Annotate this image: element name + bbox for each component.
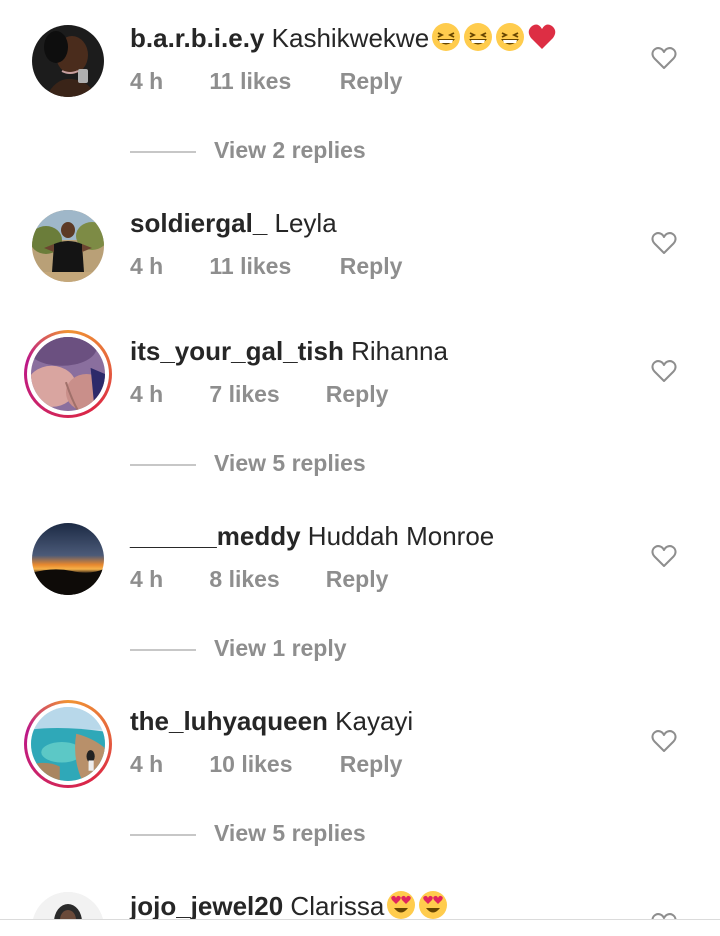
heart-outline-icon[interactable] — [651, 359, 677, 383]
bottom-bar — [0, 920, 720, 936]
comment-item: its_your_gal_tish Rihanna 4 h 7 likes Re… — [0, 330, 720, 443]
comment-time: 4 h — [130, 253, 164, 279]
reply-button[interactable]: Reply — [326, 566, 389, 593]
comment-meta: 4 h 8 likes Reply — [130, 566, 388, 593]
comment-body: Clarissa — [290, 891, 385, 920]
view-replies[interactable]: View 2 replies — [130, 137, 530, 167]
view-replies[interactable]: View 5 replies — [130, 820, 530, 850]
comment-body: Kashikwekwe — [271, 23, 430, 53]
replies-divider — [130, 151, 196, 153]
heart-outline-icon[interactable] — [651, 231, 677, 255]
red-heart-emoji — [527, 22, 557, 52]
replies-divider — [130, 649, 196, 651]
comment-meta: 4 h 11 likes Reply — [130, 68, 402, 95]
view-replies-label[interactable]: View 5 replies — [214, 450, 366, 477]
view-replies[interactable]: View 5 replies — [130, 450, 530, 480]
comment-likes[interactable]: 11 likes — [209, 68, 333, 95]
comment-time: 4 h — [130, 566, 164, 592]
avatar[interactable] — [32, 25, 104, 97]
comment-username[interactable]: jojo_jewel20 — [130, 891, 283, 920]
heart-eyes-emoji — [418, 890, 448, 920]
comment-text: jojo_jewel20 Clarissa — [130, 890, 448, 920]
comment-item: ______meddy Huddah Monroe 4 h 8 likes Re… — [0, 518, 720, 628]
comment-username[interactable]: b.a.r.b.i.e.y — [130, 23, 264, 53]
view-replies-label[interactable]: View 5 replies — [214, 820, 366, 847]
comment-text: soldiergal_ Leyla — [130, 207, 337, 239]
replies-divider — [130, 834, 196, 836]
comment-likes[interactable]: 8 likes — [209, 566, 319, 593]
heart-eyes-emoji — [386, 890, 416, 920]
comment-username[interactable]: its_your_gal_tish — [130, 336, 344, 366]
comment-body: Leyla — [274, 208, 337, 238]
comment-time: 4 h — [130, 68, 164, 94]
heart-outline-icon[interactable] — [651, 46, 677, 70]
comment-text: b.a.r.b.i.e.y Kashikwekwe — [130, 22, 557, 54]
avatar[interactable] — [32, 892, 104, 920]
reply-button[interactable]: Reply — [326, 381, 389, 408]
comment-body: Huddah Monroe — [307, 521, 495, 551]
replies-divider — [130, 464, 196, 466]
heart-outline-icon[interactable] — [651, 729, 677, 753]
comment-username[interactable]: the_luhyaqueen — [130, 706, 328, 736]
view-replies-label[interactable]: View 2 replies — [214, 137, 366, 164]
avatar[interactable] — [24, 700, 112, 788]
comment-meta: 4 h 7 likes Reply — [130, 381, 388, 408]
comment-text: ______meddy Huddah Monroe — [130, 520, 494, 552]
comment-time: 4 h — [130, 381, 164, 407]
comment-meta: 4 h 11 likes Reply — [130, 253, 402, 280]
comment-likes[interactable]: 10 likes — [209, 751, 333, 778]
comment-time: 4 h — [130, 751, 164, 777]
reply-button[interactable]: Reply — [340, 68, 403, 95]
comment-likes[interactable]: 11 likes — [209, 253, 333, 280]
heart-outline-icon[interactable] — [651, 544, 677, 568]
comment-text: its_your_gal_tish Rihanna — [130, 335, 448, 367]
comment-body: Kayayi — [335, 706, 414, 736]
grin-squint-emoji — [495, 22, 525, 52]
comment-item: jojo_jewel20 Clarissa — [0, 888, 720, 920]
comment-username[interactable]: soldiergal_ — [130, 208, 267, 238]
avatar[interactable] — [24, 330, 112, 418]
reply-button[interactable]: Reply — [340, 751, 403, 778]
comment-meta: 4 h 10 likes Reply — [130, 751, 402, 778]
reply-button[interactable]: Reply — [340, 253, 403, 280]
comment-username[interactable]: ______meddy — [130, 521, 301, 551]
comment-item: soldiergal_ Leyla 4 h 11 likes Reply — [0, 205, 720, 315]
grin-squint-emoji — [431, 22, 461, 52]
comment-item: b.a.r.b.i.e.y Kashikwekwe 4 h 11 likes R… — [0, 20, 720, 130]
comment-body: Rihanna — [351, 336, 448, 366]
avatar[interactable] — [32, 210, 104, 282]
comment-likes[interactable]: 7 likes — [209, 381, 319, 408]
comment-item: the_luhyaqueen Kayayi 4 h 10 likes Reply — [0, 700, 720, 813]
comment-text: the_luhyaqueen Kayayi — [130, 705, 413, 737]
grin-squint-emoji — [463, 22, 493, 52]
view-replies-label[interactable]: View 1 reply — [214, 635, 347, 662]
view-replies[interactable]: View 1 reply — [130, 635, 530, 665]
avatar[interactable] — [32, 523, 104, 595]
